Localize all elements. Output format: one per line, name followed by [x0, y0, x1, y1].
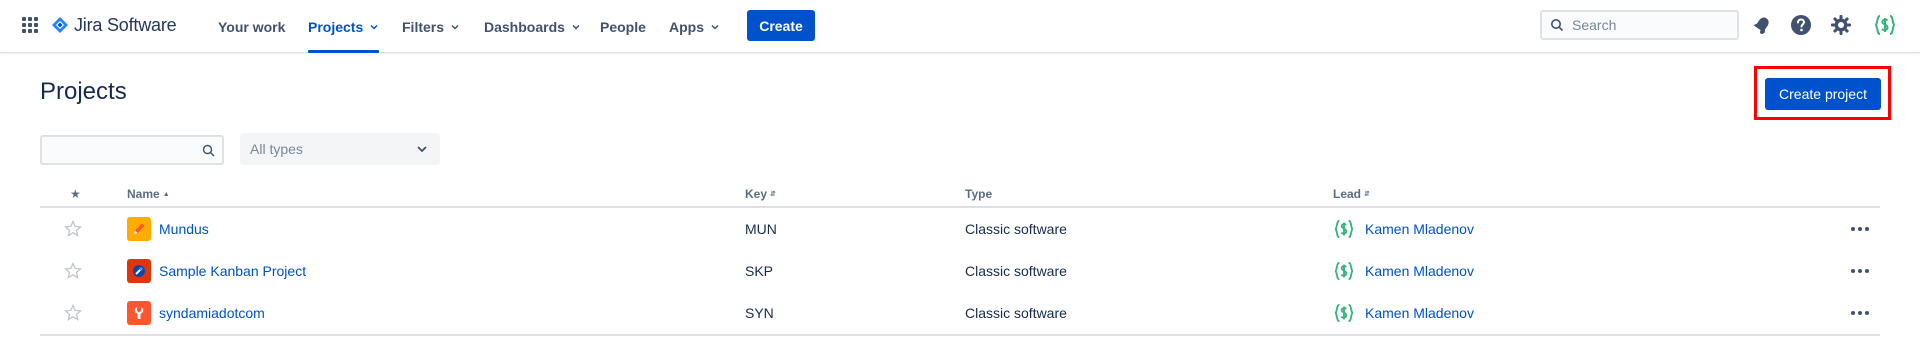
project-lead-link[interactable]: Kamen Mladenov — [1365, 221, 1474, 237]
search-box[interactable] — [1540, 10, 1739, 40]
chevron-down-icon — [711, 24, 719, 30]
wrench-project-icon — [127, 301, 151, 325]
header-key[interactable]: Key ⇵ — [745, 187, 776, 201]
sort-ascending-icon: ▲ — [162, 190, 170, 198]
project-name-cell: syndamiadotcom — [127, 292, 265, 334]
header-name[interactable]: Name ▲ — [127, 187, 170, 201]
star-icon[interactable] — [64, 220, 82, 238]
nav-apps-label: Apps — [669, 18, 704, 35]
table-divider — [40, 334, 1880, 336]
brand-name: Jira Software — [74, 14, 177, 35]
header-starred[interactable]: ★ — [70, 187, 81, 201]
rocket-project-icon — [127, 259, 151, 283]
header-key-label: Key — [745, 187, 768, 201]
table-row: Sample Kanban Project SKP Classic softwa… — [40, 250, 1880, 292]
project-lead-link[interactable]: Kamen Mladenov — [1365, 305, 1474, 321]
project-key: SYN — [745, 305, 774, 321]
project-lead-link[interactable]: Kamen Mladenov — [1365, 263, 1474, 279]
chevron-down-icon — [370, 24, 378, 30]
nav-your-work[interactable]: Your work — [218, 0, 285, 53]
chevron-down-icon — [572, 24, 580, 30]
jira-diamond-icon — [52, 17, 68, 33]
nav-people-label: People — [600, 18, 646, 35]
table-row: syndamiadotcom SYN Classic software Kame… — [40, 292, 1880, 334]
star-icon[interactable] — [64, 304, 82, 322]
projects-table-header: ★ Name ▲ Key ⇵ Type Lead ⇵ — [40, 183, 1880, 208]
header-type: Type — [965, 187, 992, 201]
profile-avatar-icon[interactable] — [1873, 13, 1897, 37]
sort-icon: ⇵ — [1364, 191, 1370, 198]
search-input[interactable] — [1572, 17, 1732, 33]
more-actions-icon[interactable] — [1848, 262, 1872, 280]
more-actions-icon[interactable] — [1848, 304, 1872, 322]
project-lead-cell: Kamen Mladenov — [1333, 208, 1474, 250]
project-type: Classic software — [965, 221, 1067, 237]
chevron-down-icon — [451, 24, 459, 30]
project-type: Classic software — [965, 263, 1067, 279]
table-row: Mundus MUN Classic software Kamen Mladen… — [40, 208, 1880, 250]
header-star-glyph: ★ — [70, 187, 81, 201]
header-lead[interactable]: Lead ⇵ — [1333, 187, 1370, 201]
search-icon — [1551, 19, 1564, 32]
app-switcher-icon[interactable] — [22, 17, 38, 33]
more-actions-icon[interactable] — [1848, 220, 1872, 238]
create-button[interactable]: Create — [747, 10, 815, 41]
nav-projects-label: Projects — [308, 18, 364, 35]
search-icon — [202, 144, 215, 157]
project-name-link[interactable]: Mundus — [159, 221, 209, 237]
project-lead-cell: Kamen Mladenov — [1333, 250, 1474, 292]
project-name-link[interactable]: Sample Kanban Project — [159, 263, 306, 279]
top-navigation: Jira Software Your work Projects Filters… — [0, 0, 1920, 53]
project-type-select[interactable]: All types — [240, 133, 440, 165]
help-icon[interactable] — [1789, 13, 1813, 37]
header-name-label: Name — [127, 187, 160, 201]
project-search-field[interactable] — [40, 135, 224, 165]
project-key: MUN — [745, 221, 777, 237]
lead-avatar-icon — [1334, 303, 1354, 323]
settings-gear-icon[interactable] — [1829, 13, 1853, 37]
project-name-link[interactable]: syndamiadotcom — [159, 305, 265, 321]
project-lead-cell: Kamen Mladenov — [1333, 292, 1474, 334]
page-title: Projects — [40, 78, 127, 105]
nav-projects[interactable]: Projects — [308, 0, 380, 53]
nav-people[interactable]: People — [600, 0, 646, 53]
jira-logo[interactable]: Jira Software — [52, 13, 177, 37]
project-name-cell: Sample Kanban Project — [127, 250, 306, 292]
nav-dashboards[interactable]: Dashboards — [484, 0, 581, 53]
notifications-icon[interactable] — [1750, 13, 1774, 37]
project-type: Classic software — [965, 305, 1067, 321]
lead-avatar-icon — [1334, 261, 1354, 281]
create-project-button[interactable]: Create project — [1765, 78, 1881, 110]
project-type-value: All types — [250, 141, 303, 157]
project-key: SKP — [745, 263, 774, 279]
lead-avatar-icon — [1334, 219, 1354, 239]
sort-icon: ⇵ — [770, 191, 776, 198]
nav-apps[interactable]: Apps — [669, 0, 720, 53]
project-name-cell: Mundus — [127, 208, 209, 250]
nav-dashboards-label: Dashboards — [484, 18, 565, 35]
chevron-down-icon — [417, 146, 427, 153]
project-search-input[interactable] — [42, 137, 190, 163]
nav-filters-label: Filters — [402, 18, 445, 35]
header-lead-label: Lead — [1333, 187, 1362, 201]
header-type-label: Type — [965, 187, 993, 201]
pencil-project-icon — [127, 217, 151, 241]
nav-your-work-label: Your work — [218, 18, 286, 35]
nav-filters[interactable]: Filters — [402, 0, 460, 53]
star-icon[interactable] — [64, 262, 82, 280]
